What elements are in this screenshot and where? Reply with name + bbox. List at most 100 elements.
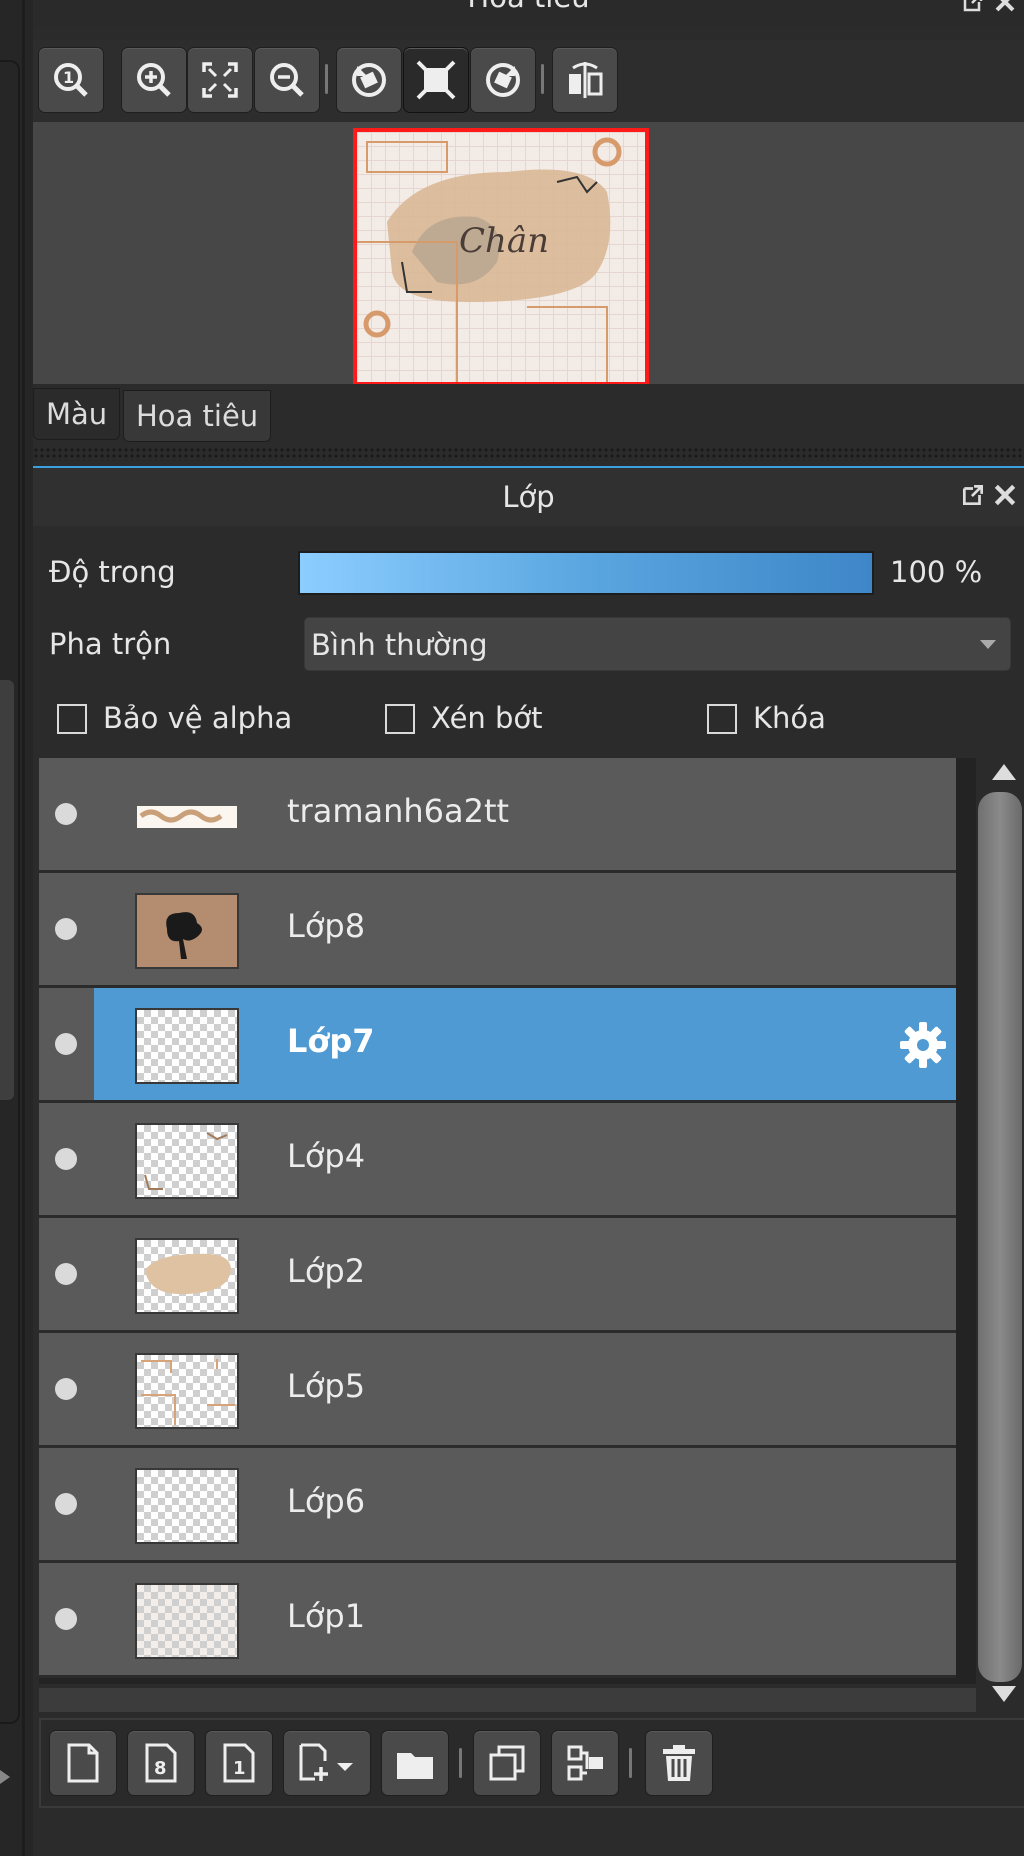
- folder-icon: [397, 1753, 433, 1779]
- flip-button[interactable]: [552, 47, 618, 113]
- layer-list-hscrollbar[interactable]: [39, 1688, 976, 1712]
- clipping-label: Xén bớt: [431, 701, 543, 735]
- new-1bit-layer-icon: 1: [223, 1743, 255, 1783]
- layer-thumbnail: [135, 893, 239, 969]
- visibility-toggle-icon[interactable]: [55, 918, 77, 940]
- zoom-reset-button[interactable]: 1: [38, 47, 104, 113]
- toolbar-separator: [459, 1748, 462, 1778]
- fit-canvas-icon: [416, 60, 456, 100]
- merge-down-button[interactable]: [551, 1730, 619, 1796]
- new-layer-button[interactable]: [49, 1730, 117, 1796]
- toolbar-separator: [325, 64, 328, 94]
- navigator-title: Hoa tiêu: [467, 0, 589, 12]
- delete-layer-button[interactable]: [645, 1730, 713, 1796]
- layer-row-selected[interactable]: Lớp7: [39, 988, 956, 1103]
- layer-row[interactable]: Lớp8: [39, 873, 956, 988]
- visibility-toggle-icon[interactable]: [55, 1493, 77, 1515]
- add-layer-menu-button[interactable]: [283, 1730, 371, 1796]
- lock-label: Khóa: [753, 701, 826, 735]
- layers-close-icon[interactable]: [990, 482, 1020, 512]
- zoom-out-icon: [270, 63, 304, 97]
- fit-window-icon: [202, 62, 238, 98]
- svg-text:1: 1: [63, 68, 74, 87]
- layer-name: Lớp8: [287, 907, 366, 945]
- layer-thumbnail: [135, 1583, 239, 1659]
- zoom-reset-icon: 1: [54, 63, 88, 97]
- layer-name: Lớp7: [287, 1022, 375, 1060]
- layer-thumbnail: [135, 1123, 239, 1199]
- layer-row[interactable]: Lớp6: [39, 1448, 956, 1563]
- layer-name: tramanh6a2tt: [287, 792, 510, 830]
- add-layer-menu-icon: [299, 1743, 353, 1781]
- blend-mode-select[interactable]: Bình thường: [304, 617, 1011, 671]
- layer-row[interactable]: Lớp5: [39, 1333, 956, 1448]
- visibility-toggle-icon[interactable]: [55, 1608, 77, 1630]
- left-scrollbar[interactable]: [0, 680, 14, 1100]
- merge-down-icon: [567, 1745, 603, 1781]
- layer-thumbnail: [135, 1468, 239, 1544]
- layer-row[interactable]: Lớp2: [39, 1218, 956, 1333]
- panel-splitter[interactable]: [33, 447, 1024, 461]
- layer-options-row: Bảo vệ alpha Xén bớt Khóa: [33, 698, 1024, 742]
- svg-text:8: 8: [154, 1758, 167, 1779]
- fit-canvas-button[interactable]: [403, 47, 469, 113]
- checkbox-box[interactable]: [57, 704, 87, 734]
- layer-list-scrollbar[interactable]: [978, 758, 1024, 1708]
- layer-row[interactable]: tramanh6a2tt: [39, 758, 956, 873]
- canvas-preview-thumbnail[interactable]: Chân: [353, 128, 649, 386]
- rotate-right-icon: [486, 63, 520, 97]
- layer-row[interactable]: Lớp4: [39, 1103, 956, 1218]
- protect-alpha-label: Bảo vệ alpha: [103, 701, 293, 735]
- layer-name: Lớp6: [287, 1482, 366, 1520]
- preview-script-text: Chân: [459, 221, 549, 261]
- navigator-toolbar: 1: [33, 40, 1024, 122]
- layer-row[interactable]: Lớp1: [39, 1563, 956, 1678]
- trash-icon: [663, 1745, 695, 1781]
- layer-thumbnail: [135, 778, 239, 854]
- scroll-up-icon[interactable]: [992, 764, 1016, 780]
- gear-icon[interactable]: [896, 1018, 950, 1072]
- visibility-toggle-icon[interactable]: [55, 1263, 77, 1285]
- opacity-row: Độ trong 100 %: [33, 541, 1024, 601]
- layer-actions-toolbar: 8 1: [39, 1718, 1024, 1808]
- visibility-toggle-icon[interactable]: [55, 1148, 77, 1170]
- checkbox-box[interactable]: [385, 704, 415, 734]
- blend-row: Pha trộn Bình thường: [33, 613, 1024, 673]
- layer-thumbnail: [135, 1353, 239, 1429]
- visibility-toggle-icon[interactable]: [55, 1378, 77, 1400]
- duplicate-layer-button[interactable]: [473, 1730, 541, 1796]
- layer-name: Lớp4: [287, 1137, 366, 1175]
- opacity-label: Độ trong: [49, 555, 176, 589]
- left-expand-arrow-icon[interactable]: [0, 1770, 10, 1784]
- zoom-out-button[interactable]: [254, 47, 320, 113]
- splitter[interactable]: [22, 0, 25, 1856]
- opacity-slider[interactable]: [298, 551, 874, 595]
- new-1bit-layer-button[interactable]: 1: [205, 1730, 273, 1796]
- layer-name: Lớp5: [287, 1367, 366, 1405]
- new-folder-button[interactable]: [381, 1730, 449, 1796]
- blend-mode-value: Bình thường: [311, 628, 488, 662]
- zoom-in-button[interactable]: [121, 47, 187, 113]
- navigator-float-icon[interactable]: [958, 0, 988, 20]
- tab-navigator[interactable]: Hoa tiêu: [123, 390, 272, 442]
- tab-color[interactable]: Màu: [33, 388, 121, 440]
- checkbox-box[interactable]: [707, 704, 737, 734]
- visibility-toggle-icon[interactable]: [55, 803, 77, 825]
- rotate-left-button[interactable]: [336, 47, 402, 113]
- fit-window-button[interactable]: [187, 47, 253, 113]
- new-layer-icon: [67, 1743, 99, 1783]
- scroll-down-icon[interactable]: [992, 1686, 1016, 1702]
- blend-label: Pha trộn: [49, 627, 172, 661]
- rotate-right-button[interactable]: [470, 47, 536, 113]
- toolbar-separator: [541, 64, 544, 94]
- zoom-in-icon: [137, 63, 171, 97]
- navigator-titlebar: Hoa tiêu: [33, 0, 1024, 26]
- visibility-toggle-icon[interactable]: [55, 1033, 77, 1055]
- layers-title: Lớp: [502, 480, 555, 514]
- new-8bit-layer-button[interactable]: 8: [127, 1730, 195, 1796]
- scroll-handle[interactable]: [978, 792, 1022, 1682]
- navigator-preview[interactable]: Chân: [33, 122, 1024, 386]
- layer-list: tramanh6a2tt Lớp8 Lớp7 Lớp4 Lớp2 Lớp5 Lớ…: [39, 758, 976, 1684]
- layers-float-icon[interactable]: [958, 482, 988, 512]
- navigator-close-icon[interactable]: [990, 0, 1020, 20]
